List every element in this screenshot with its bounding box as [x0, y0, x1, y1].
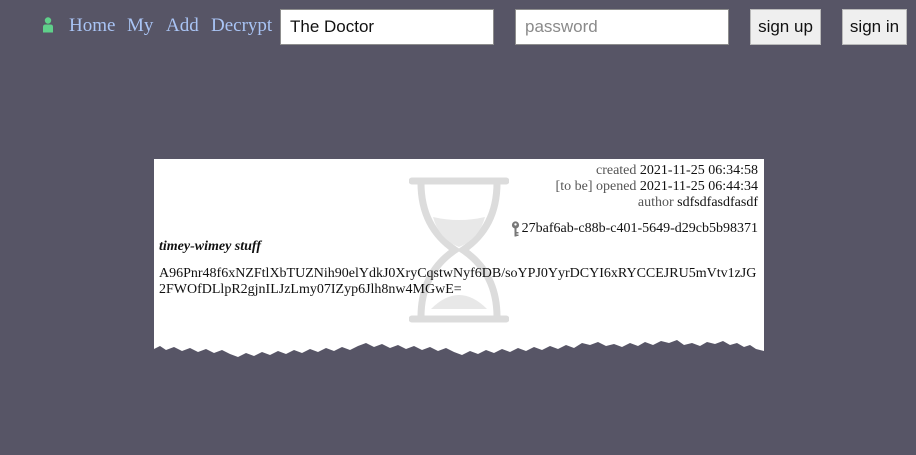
created-label: created	[595, 163, 637, 178]
key-value: 27baf6ab-c88b-c401-5649-d29cb5b98371	[521, 221, 758, 236]
capsule-card: created 2021-11-25 06:34:58 [to be] open…	[154, 159, 764, 359]
opened-label: [to be] opened	[555, 179, 637, 194]
author-value: sdfsdfasdfasdf	[677, 195, 758, 210]
nav-link-decrypt[interactable]: Decrypt	[211, 15, 272, 37]
author-row: author sdfsdfasdfasdf	[511, 195, 758, 211]
key-icon	[511, 221, 519, 237]
hourglass-icon	[409, 177, 509, 323]
capsule-title: timey-wimey stuff	[159, 239, 261, 254]
created-row: created 2021-11-25 06:34:58	[511, 163, 758, 179]
ciphertext: A96Pnr48f6xNZFtlXbTUZNih90elYdkJ0XryCqst…	[159, 266, 757, 297]
sign-up-button[interactable]: sign up	[750, 9, 821, 45]
username-input[interactable]	[280, 9, 494, 45]
password-input[interactable]	[515, 9, 729, 45]
nav-link-my[interactable]: My	[127, 15, 153, 37]
opened-row: [to be] opened 2021-11-25 06:44:34	[511, 179, 758, 195]
opened-value: 2021-11-25 06:44:34	[639, 179, 758, 194]
user-icon	[43, 17, 53, 33]
nav-link-home[interactable]: Home	[69, 15, 115, 37]
capsule-meta: created 2021-11-25 06:34:58 [to be] open…	[511, 163, 758, 237]
created-value: 2021-11-25 06:34:58	[639, 163, 758, 178]
top-nav: Home My Add Decrypt sign up sign in	[0, 0, 916, 52]
author-label: author	[637, 195, 674, 210]
nav-link-add[interactable]: Add	[166, 15, 199, 37]
sign-in-button[interactable]: sign in	[842, 9, 907, 45]
key-row: 27baf6ab-c88b-c401-5649-d29cb5b98371	[511, 221, 758, 237]
